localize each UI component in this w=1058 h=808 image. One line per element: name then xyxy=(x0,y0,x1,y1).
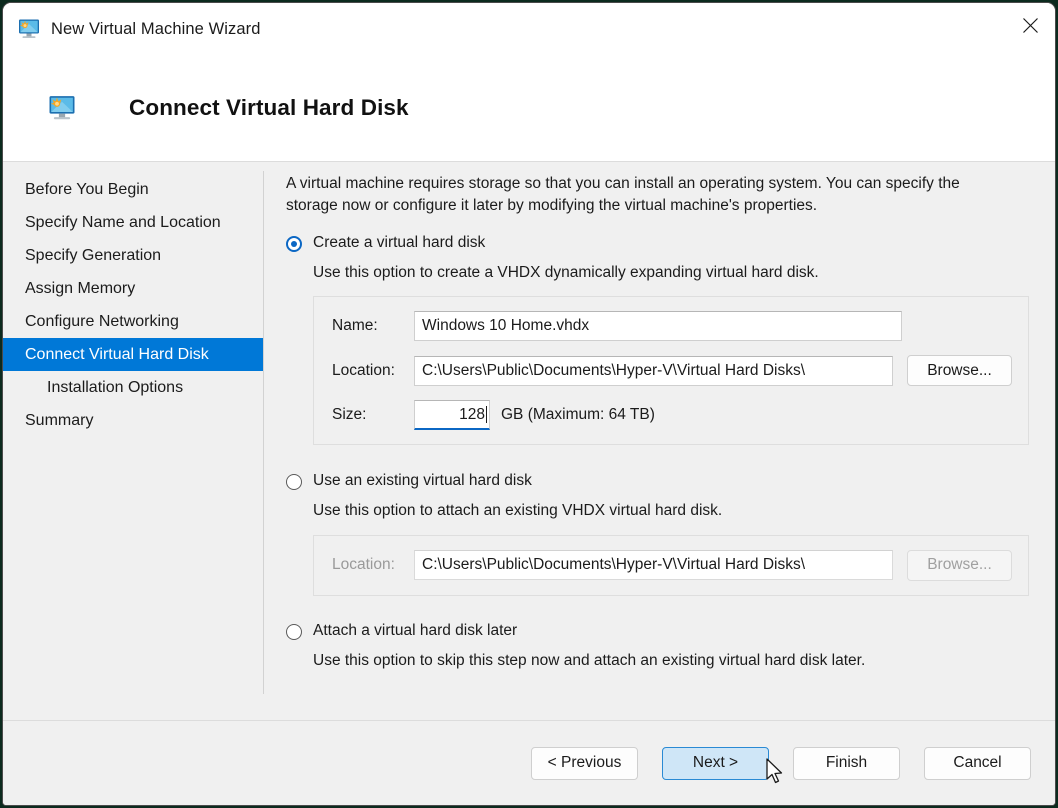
browse-button-label: Browse... xyxy=(927,362,992,380)
wizard-footer: < Previous Next > Finish Cancel xyxy=(3,720,1055,805)
virtual-machine-monitor-icon xyxy=(47,94,77,122)
existing-location-field-row: Location: C:\Users\Public\Documents\Hype… xyxy=(332,550,1012,581)
existing-browse-button[interactable]: Browse... xyxy=(907,550,1012,581)
location-input[interactable]: C:\Users\Public\Documents\Hyper-V\Virtua… xyxy=(414,356,893,386)
main-content: A virtual machine requires storage so th… xyxy=(263,162,1055,720)
name-label: Name: xyxy=(332,317,414,335)
radio-later-label: Attach a virtual hard disk later xyxy=(313,621,517,641)
later-option-description: Use this option to skip this step now an… xyxy=(313,651,1029,671)
page-title: Connect Virtual Hard Disk xyxy=(129,95,409,121)
sidebar-item-label: Configure Networking xyxy=(25,313,179,331)
size-field-row: Size: 128 GB (Maximum: 64 TB) xyxy=(332,400,1012,430)
sidebar-item-label: Installation Options xyxy=(47,379,183,397)
sidebar-item-specify-generation[interactable]: Specify Generation xyxy=(3,239,263,272)
finish-button-label: Finish xyxy=(826,754,867,772)
sidebar-item-assign-memory[interactable]: Assign Memory xyxy=(3,272,263,305)
sidebar-item-label: Before You Begin xyxy=(25,181,149,199)
size-label: Size: xyxy=(332,406,414,424)
sidebar-item-label: Summary xyxy=(25,412,93,430)
location-field-row: Location: C:\Users\Public\Documents\Hype… xyxy=(332,355,1012,386)
previous-button-label: < Previous xyxy=(548,754,622,772)
finish-button[interactable]: Finish xyxy=(793,747,900,780)
sidebar-item-summary[interactable]: Summary xyxy=(3,404,263,437)
existing-location-label: Location: xyxy=(332,556,414,574)
new-virtual-machine-wizard-window: New Virtual Machine Wizard xyxy=(2,2,1056,806)
radio-existing-label: Use an existing virtual hard disk xyxy=(313,471,532,491)
sidebar-item-before-you-begin[interactable]: Before You Begin xyxy=(3,173,263,206)
browse-button[interactable]: Browse... xyxy=(907,355,1012,386)
location-label: Location: xyxy=(332,362,414,380)
existing-option-description: Use this option to attach an existing VH… xyxy=(313,501,1029,521)
sidebar-item-label: Specify Generation xyxy=(25,247,161,265)
text-caret xyxy=(486,406,487,423)
radio-use-existing-virtual-hard-disk[interactable]: Use an existing virtual hard disk xyxy=(286,471,1029,491)
sidebar-item-installation-options[interactable]: Installation Options xyxy=(3,371,263,404)
existing-disk-fields-group: Location: C:\Users\Public\Documents\Hype… xyxy=(313,535,1029,596)
location-input-value: C:\Users\Public\Documents\Hyper-V\Virtua… xyxy=(422,362,805,380)
size-input-value: 128 xyxy=(459,406,485,424)
radio-button-icon[interactable] xyxy=(286,236,302,252)
cancel-button[interactable]: Cancel xyxy=(924,747,1031,780)
title-bar: New Virtual Machine Wizard xyxy=(3,3,1055,55)
size-input[interactable]: 128 xyxy=(414,400,490,430)
radio-button-icon[interactable] xyxy=(286,474,302,490)
radio-button-icon[interactable] xyxy=(286,624,302,640)
sidebar-item-label: Assign Memory xyxy=(25,280,135,298)
name-input[interactable]: Windows 10 Home.vhdx xyxy=(414,311,902,341)
close-button[interactable] xyxy=(1005,3,1055,47)
sidebar-item-label: Specify Name and Location xyxy=(25,214,221,232)
cancel-button-label: Cancel xyxy=(953,754,1001,772)
intro-text: A virtual machine requires storage so th… xyxy=(286,173,1004,217)
existing-location-input-value: C:\Users\Public\Documents\Hyper-V\Virtua… xyxy=(422,556,805,574)
next-button[interactable]: Next > xyxy=(662,747,769,780)
radio-create-label: Create a virtual hard disk xyxy=(313,233,485,253)
create-option-description: Use this option to create a VHDX dynamic… xyxy=(313,263,1029,283)
radio-create-virtual-hard-disk[interactable]: Create a virtual hard disk xyxy=(286,233,1029,253)
name-input-value: Windows 10 Home.vhdx xyxy=(422,317,589,335)
previous-button[interactable]: < Previous xyxy=(531,747,638,780)
size-unit-text: GB (Maximum: 64 TB) xyxy=(501,406,655,424)
close-icon xyxy=(1022,17,1039,34)
sidebar-item-label: Connect Virtual Hard Disk xyxy=(25,346,209,364)
existing-browse-button-label: Browse... xyxy=(927,556,992,574)
create-disk-fields-group: Name: Windows 10 Home.vhdx Location: C:\… xyxy=(313,296,1029,445)
sidebar-item-specify-name-and-location[interactable]: Specify Name and Location xyxy=(3,206,263,239)
virtual-machine-monitor-icon xyxy=(17,18,41,40)
radio-attach-virtual-hard-disk-later[interactable]: Attach a virtual hard disk later xyxy=(286,621,1029,641)
name-field-row: Name: Windows 10 Home.vhdx xyxy=(332,311,1012,341)
wizard-body: Before You Begin Specify Name and Locati… xyxy=(3,162,1055,720)
window-title: New Virtual Machine Wizard xyxy=(51,20,261,39)
existing-location-input[interactable]: C:\Users\Public\Documents\Hyper-V\Virtua… xyxy=(414,550,893,580)
sidebar-divider xyxy=(263,171,264,694)
page-header: Connect Virtual Hard Disk xyxy=(3,55,1055,162)
sidebar-item-configure-networking[interactable]: Configure Networking xyxy=(3,305,263,338)
next-button-label: Next > xyxy=(693,754,738,772)
wizard-step-list: Before You Begin Specify Name and Locati… xyxy=(3,162,263,720)
sidebar-item-connect-virtual-hard-disk[interactable]: Connect Virtual Hard Disk xyxy=(3,338,263,371)
